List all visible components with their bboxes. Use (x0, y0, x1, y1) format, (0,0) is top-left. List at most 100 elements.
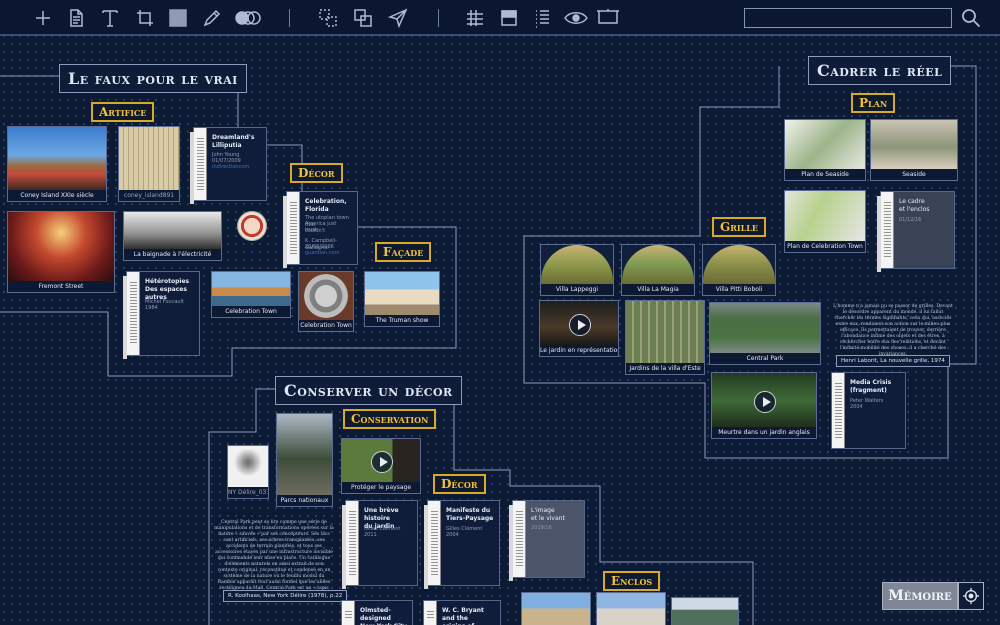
image-card[interactable] (596, 592, 666, 625)
document-source[interactable]: Indirectioncom (212, 164, 262, 171)
image-card[interactable]: Jardins de la villa d'Este (625, 300, 705, 375)
image-caption: Coney Island XXIe siècle (8, 190, 106, 201)
document-date: 2019/16 (531, 525, 552, 531)
document-title: Manifeste du Tiers-Paysage (446, 507, 494, 522)
document-date: 2004 (446, 532, 459, 538)
image-card[interactable]: Central Park (709, 302, 821, 365)
document-spine (346, 501, 359, 585)
document-title: W. C. Bryant and the origins of Central … (442, 607, 484, 625)
baignade-image (124, 212, 221, 249)
document-spine (832, 373, 845, 448)
image-caption: NY Délire_031 (228, 487, 268, 498)
play-icon[interactable] (371, 451, 393, 473)
image-card[interactable]: Fremont Street (7, 211, 115, 293)
image-card[interactable]: Villa Pitti Boboli (702, 244, 776, 296)
koolhaas-quote: Central Park peut se lire comme une séri… (214, 520, 334, 597)
document-spine (513, 501, 526, 577)
image-caption: La baignade à l'électricité (124, 249, 221, 260)
image-caption: Seaside (871, 169, 957, 180)
subsection-conservation[interactable]: Conservation (343, 409, 437, 429)
image-card[interactable]: Parcs nationaux (276, 413, 333, 507)
badge-portrait-image[interactable] (237, 211, 267, 241)
laborit-quote-source: Henri Laborit, La nouvelle grille, 1974 (836, 355, 950, 367)
parcs-nationaux-image (277, 414, 332, 495)
subsection-enclos[interactable]: Enclos (603, 571, 661, 591)
enclos-image (672, 598, 738, 625)
laborit-quote: L'homme n'a jamais pu se passer de grill… (833, 304, 953, 357)
section-title-conserver[interactable]: Conserver un décor (275, 376, 462, 405)
document-date: 2011 (364, 532, 377, 538)
document-title: Olmsted-designed New York City parks (360, 607, 407, 625)
subsection-plan[interactable]: Plan (851, 93, 896, 113)
subsection-artifice[interactable]: Artifice (91, 102, 155, 122)
coney-island-engraving-image (119, 127, 179, 190)
document-card[interactable]: Media Crisis (fragment) Peter Walters 20… (831, 372, 906, 449)
subsection-facade[interactable]: Façade (375, 242, 432, 262)
celebration-plan-image (785, 191, 865, 241)
image-card[interactable]: Plan de Celebration Town (784, 190, 866, 253)
subsection-grille[interactable]: Grille (712, 217, 766, 237)
video-card[interactable]: Le jardin en représentation (539, 300, 619, 357)
image-card[interactable]: The Truman show (364, 271, 440, 327)
central-park-image (710, 303, 820, 353)
image-card[interactable]: Plan de Seaside (784, 119, 866, 181)
memoire-button[interactable]: Mémoire (882, 582, 958, 610)
celebration-town-image (212, 272, 290, 306)
document-card[interactable]: L'image et le vivant 2019/16 (509, 500, 585, 581)
image-caption: Celebration Town (212, 306, 290, 317)
play-icon[interactable] (569, 314, 591, 336)
image-caption: Plan de Seaside (785, 169, 865, 180)
document-source[interactable]: guardian.com (305, 250, 353, 257)
image-card[interactable] (671, 597, 739, 625)
image-caption: Meurtre dans un jardin anglais (712, 427, 816, 438)
document-title: L'image et le vivant (531, 507, 565, 522)
image-card[interactable]: Seaside (870, 119, 958, 181)
document-card[interactable]: Olmsted-designed New York City parks (341, 600, 413, 625)
document-card[interactable]: W. C. Bryant and the origins of Central … (423, 600, 501, 625)
image-card[interactable]: NY Délire_031 (227, 445, 269, 499)
document-date: 2004 (850, 404, 863, 410)
image-card[interactable]: coney_island891 (118, 126, 180, 202)
villa-la-magia-image (622, 245, 694, 284)
video-card[interactable]: Protéger le paysage (341, 438, 421, 494)
image-caption: Protéger le paysage (342, 482, 420, 493)
document-card[interactable]: Celebration, Florida The utopian town th… (283, 191, 358, 268)
document-spine (424, 601, 437, 625)
image-caption: Villa Lappeggi (541, 284, 613, 295)
document-card[interactable]: Dreamland's Lilliputia John Young 01/07/… (190, 127, 267, 204)
image-caption: Villa La Magia (622, 284, 694, 295)
subsection-decor[interactable]: Décor (433, 474, 486, 494)
section-title-faux[interactable]: Le faux pour le vrai (59, 64, 247, 93)
document-spine (428, 501, 441, 585)
image-card[interactable]: Villa Lappeggi (540, 244, 614, 296)
image-caption: Parcs nationaux (277, 495, 332, 506)
enclos-image (522, 593, 590, 625)
document-meta: trust (305, 227, 317, 233)
image-card[interactable]: Coney Island XXIe siècle (7, 126, 107, 202)
document-card[interactable]: Une brève histoire du jardin Gilles Clém… (342, 500, 418, 589)
video-card[interactable]: Meurtre dans un jardin anglais (711, 372, 817, 439)
image-caption: Villa Pitti Boboli (703, 284, 775, 295)
document-title: Celebration, Florida (305, 198, 347, 213)
image-caption: Jardins de la villa d'Este (626, 363, 704, 374)
document-spine (342, 601, 355, 625)
celebration-town-map-image (299, 272, 353, 320)
subsection-decor[interactable]: Décor (290, 163, 343, 183)
target-icon[interactable] (958, 582, 984, 610)
document-card[interactable]: Manifeste du Tiers-Paysage Gilles Clémen… (424, 500, 500, 589)
image-card[interactable]: Villa La Magia (621, 244, 695, 296)
coney-island-image (8, 127, 106, 190)
image-caption: Celebration Town (299, 320, 353, 331)
villa-este-image (626, 301, 704, 363)
document-spine (194, 128, 207, 200)
image-card[interactable]: La baignade à l'électricité (123, 211, 222, 261)
document-date: 1984 (145, 305, 158, 311)
image-card[interactable]: Celebration Town (211, 271, 291, 318)
image-card[interactable]: Celebration Town (298, 271, 354, 332)
play-icon[interactable] (754, 391, 776, 413)
document-card[interactable]: Hétérotopies Des espaces autres Michel F… (123, 271, 200, 359)
section-title-cadrer[interactable]: Cadrer le réel (808, 56, 952, 85)
image-card[interactable] (521, 592, 591, 625)
seaside-aerial-image (871, 120, 957, 169)
document-card[interactable]: Le cadre et l'enclos 01/12/16 (877, 191, 955, 272)
